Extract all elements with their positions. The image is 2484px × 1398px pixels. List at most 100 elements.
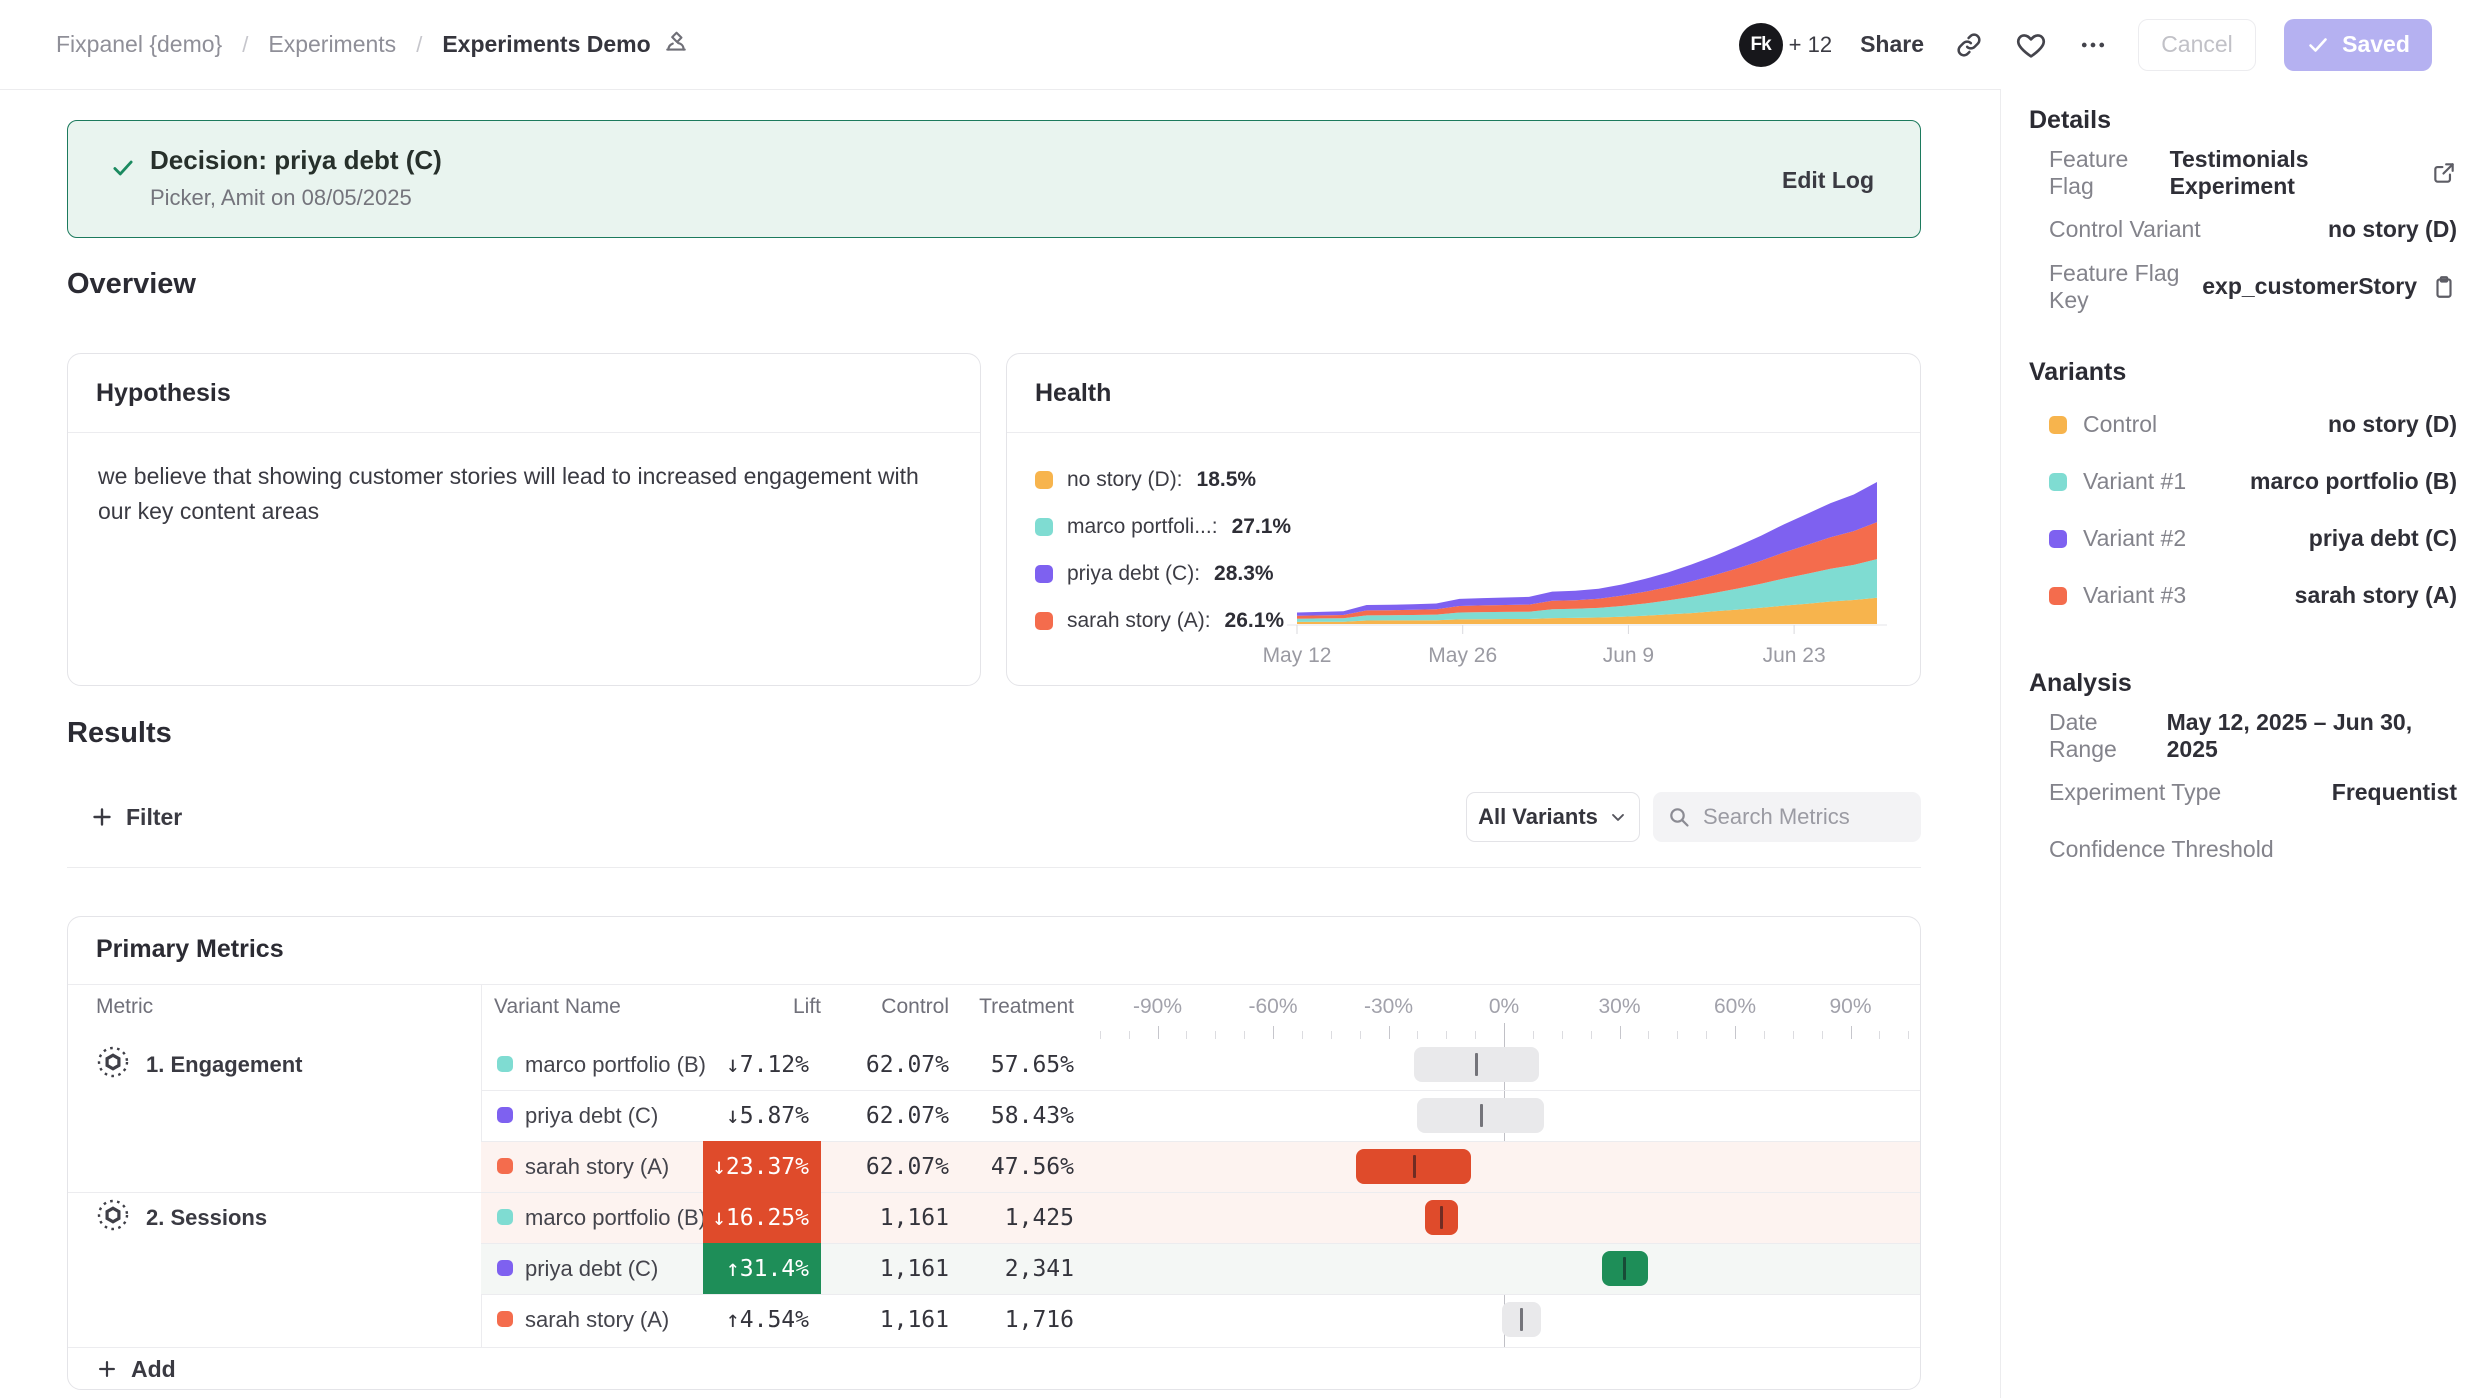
detail-value[interactable]: Testimonials Experiment xyxy=(2170,146,2457,200)
legend-swatch xyxy=(1035,471,1053,489)
hypothesis-body: we believe that showing customer stories… xyxy=(68,433,980,554)
search-metrics-box[interactable] xyxy=(1653,792,1921,842)
axis-tick xyxy=(1908,1031,1909,1039)
legend-label: marco portfoli...: xyxy=(1067,515,1218,539)
results-heading: Results xyxy=(67,717,172,750)
lift-axis-label: -90% xyxy=(1113,995,1203,1019)
analysis-section-title: Analysis xyxy=(2001,669,2484,697)
variants-dropdown-label: All Variants xyxy=(1478,804,1598,830)
external-link-icon[interactable] xyxy=(2431,160,2457,186)
lift-value: ↓16.25% xyxy=(703,1192,821,1243)
estimate-mark xyxy=(1623,1257,1626,1280)
col-lift: Lift xyxy=(721,995,821,1019)
add-filter-button[interactable]: Filter xyxy=(90,792,182,842)
confidence-interval-bar xyxy=(1356,1149,1472,1184)
legend-label: priya debt (C): xyxy=(1067,562,1200,586)
variants-section-title: Variants xyxy=(2001,358,2484,386)
breadcrumb-separator: / xyxy=(416,32,422,58)
metric-variant-row[interactable]: sarah story (A)↑4.54%1,1611,716 xyxy=(68,1294,1920,1345)
legend-label: no story (D): xyxy=(1067,468,1183,492)
lift-axis-label: 0% xyxy=(1459,995,1549,1019)
check-icon xyxy=(2306,33,2330,57)
variant-slot-label: Variant #1 xyxy=(2083,468,2186,495)
variant-row: Variant #2priya debt (C) xyxy=(2001,510,2484,567)
lift-text: ↑31.4% xyxy=(726,1256,809,1282)
plus-icon xyxy=(96,1358,118,1380)
decision-title: Decision: priya debt (C) xyxy=(150,145,442,176)
value-text: marco portfolio (B) xyxy=(2250,468,2457,495)
cancel-button[interactable]: Cancel xyxy=(2138,19,2256,71)
variant-slot-label: Variant #3 xyxy=(2083,582,2186,609)
chevron-down-icon xyxy=(1608,807,1628,827)
analysis-label: Date Range xyxy=(2049,709,2167,763)
health-area-chart: May 12May 26Jun 9Jun 23 xyxy=(1257,474,1917,679)
metric-variant-row[interactable]: priya debt (C)↓5.87%62.07%58.43% xyxy=(68,1090,1920,1141)
variant-value: sarah story (A) xyxy=(2295,582,2457,609)
axis-tick xyxy=(1879,1031,1880,1039)
metric-variant-row[interactable]: priya debt (C)↑31.4%1,1612,341 xyxy=(68,1243,1920,1294)
axis-tick xyxy=(1129,1031,1130,1039)
collaborator-avatars[interactable]: Fk + 12 xyxy=(1739,23,1832,67)
breadcrumb: Fixpanel {demo} / Experiments / Experiments … xyxy=(56,0,689,89)
axis-tick xyxy=(1706,1031,1707,1039)
add-metric-button[interactable]: Add xyxy=(96,1347,176,1390)
x-axis-label: May 12 xyxy=(1263,644,1332,667)
metric-variant-row[interactable]: 1. Engagementmarco portfolio (B)↓7.12%62… xyxy=(68,1039,1920,1090)
metric-variant-row[interactable]: 2. Sessionsmarco portfolio (B)↓16.25%1,1… xyxy=(68,1192,1920,1243)
estimate-mark xyxy=(1413,1155,1416,1178)
share-button[interactable]: Share xyxy=(1860,31,1924,58)
favorite-heart-icon[interactable] xyxy=(2014,28,2048,62)
row-divider xyxy=(481,1141,1920,1142)
legend-label: sarah story (A): xyxy=(1067,609,1211,633)
breadcrumb-separator: / xyxy=(242,32,248,58)
lift-axis-label: -30% xyxy=(1344,995,1434,1019)
variant-slot-label: Control xyxy=(2083,411,2157,438)
clipboard-icon[interactable] xyxy=(2431,274,2457,300)
health-legend-item: no story (D): 18.5% xyxy=(1035,456,1291,503)
health-legend-item: sarah story (A): 26.1% xyxy=(1035,597,1291,644)
breadcrumb-item[interactable]: Experiments xyxy=(268,31,396,58)
search-metrics-input[interactable] xyxy=(1701,803,1907,831)
variants-dropdown[interactable]: All Variants xyxy=(1466,792,1640,842)
divider xyxy=(68,1347,1920,1348)
detail-value: no story (D) xyxy=(2328,216,2457,243)
edit-log-button[interactable]: Edit Log xyxy=(1782,121,1874,239)
analysis-value: Frequentist xyxy=(2332,779,2457,806)
more-options-icon[interactable] xyxy=(2076,28,2110,62)
axis-tick xyxy=(1186,1031,1187,1039)
avatar[interactable]: Fk xyxy=(1739,23,1783,67)
details-sidebar: Details Feature FlagTestimonials Experim… xyxy=(2000,89,2484,1398)
treatment-value: 47.56% xyxy=(934,1141,1074,1192)
hypothesis-card: Hypothesis we believe that showing custo… xyxy=(67,353,981,686)
axis-tick xyxy=(1822,1031,1823,1039)
variant-name: marco portfolio (B) xyxy=(525,1192,706,1243)
variant-color-swatch xyxy=(2049,416,2067,434)
variant-key: Variant #3 xyxy=(2049,582,2186,609)
saved-label: Saved xyxy=(2342,31,2410,58)
treatment-text: 47.56% xyxy=(991,1154,1074,1180)
detail-row: Control Variantno story (D) xyxy=(2001,201,2484,258)
lift-text: ↑4.54% xyxy=(726,1307,809,1333)
copy-link-icon[interactable] xyxy=(1952,28,1986,62)
detail-value: exp_customerStory xyxy=(2202,273,2457,300)
control-value: 1,161 xyxy=(809,1243,949,1294)
detail-label: Feature Flag Key xyxy=(2049,260,2202,314)
breadcrumb-item[interactable]: Fixpanel {demo} xyxy=(56,31,222,58)
detail-label: Feature Flag xyxy=(2049,146,2170,200)
axis-tick xyxy=(1302,1031,1303,1039)
legend-swatch xyxy=(1035,612,1053,630)
saved-button[interactable]: Saved xyxy=(2284,19,2432,71)
metric-name: 2. Sessions xyxy=(146,1205,267,1231)
axis-tick xyxy=(1764,1031,1765,1039)
lift-value: ↑4.54% xyxy=(703,1294,821,1345)
breadcrumb-current[interactable]: Experiments Demo xyxy=(442,29,688,61)
col-metric: Metric xyxy=(96,995,153,1019)
variants-rows: Controlno story (D)Variant #1marco portf… xyxy=(2001,396,2484,624)
control-value: 62.07% xyxy=(809,1141,949,1192)
axis-tick xyxy=(1215,1031,1216,1039)
variant-color-swatch xyxy=(497,1260,513,1276)
lift-axis-label: 60% xyxy=(1690,995,1780,1019)
metric-variant-row[interactable]: sarah story (A)↓23.37%62.07%47.56% xyxy=(68,1141,1920,1192)
health-card: Health no story (D): 18.5%marco portfoli… xyxy=(1006,353,1921,686)
lift-value: ↓7.12% xyxy=(703,1039,821,1090)
